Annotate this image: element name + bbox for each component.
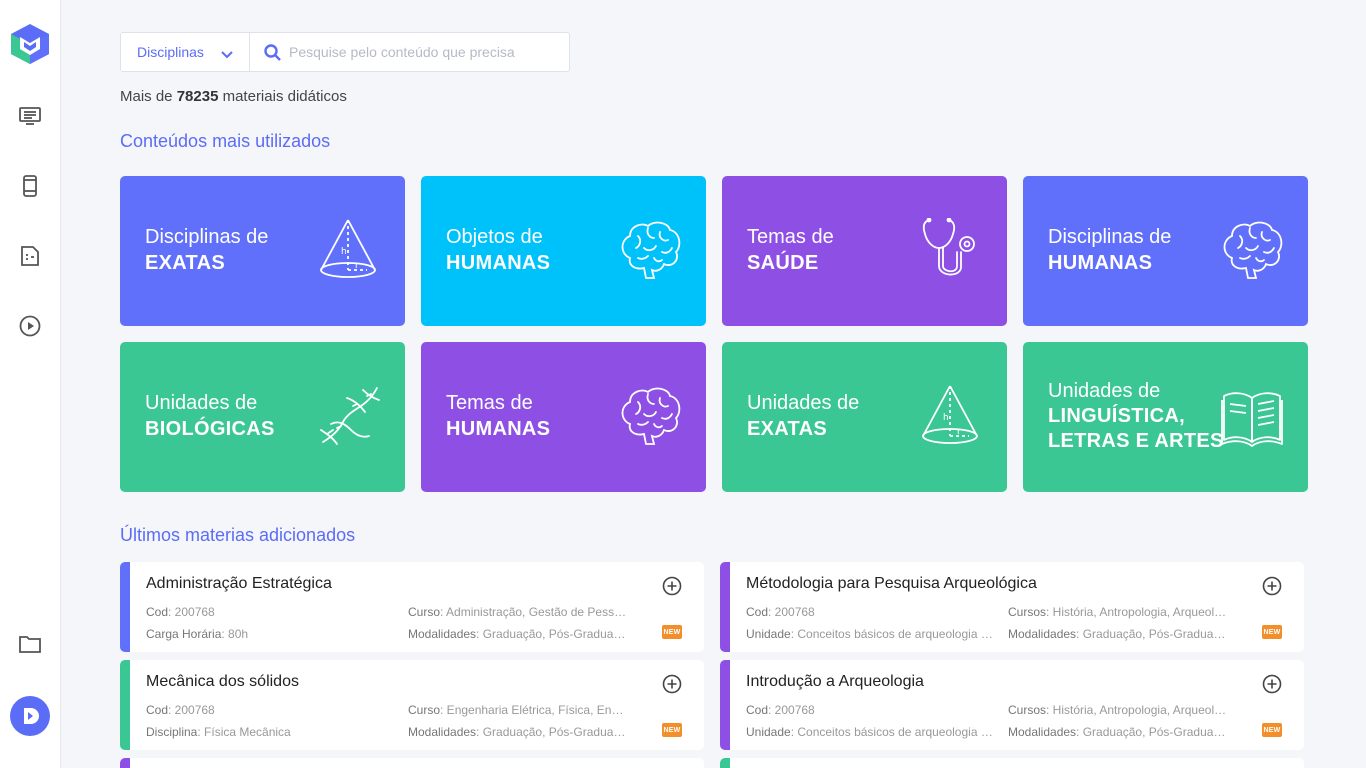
stethoscope-icon — [919, 217, 983, 282]
add-circle-icon[interactable] — [1262, 576, 1282, 596]
search-bar: Disciplinas — [120, 32, 570, 72]
card-disciplinas-humanas[interactable]: Disciplinas de HUMANAS — [1023, 176, 1308, 326]
search-input[interactable] — [289, 44, 569, 60]
chevron-down-icon — [221, 46, 233, 62]
list-item[interactable]: Introdução a Arqueologia Cod: 200768 Cur… — [720, 660, 1304, 750]
play-icon[interactable] — [18, 314, 42, 338]
svg-text:h: h — [943, 413, 949, 423]
item-color-bar — [120, 562, 130, 652]
dna-icon — [317, 384, 381, 448]
item-title: Introdução a Arqueologia — [746, 673, 924, 690]
mobile-icon[interactable] — [18, 174, 42, 198]
item-color-bar — [720, 562, 730, 652]
list-item[interactable] — [120, 758, 704, 768]
item-color-bar — [720, 660, 730, 750]
new-badge: NEW — [1262, 625, 1282, 639]
list-item[interactable]: Mecânica dos sólidos Cod: 200768 Curso: … — [120, 660, 704, 750]
new-badge: NEW — [1262, 723, 1282, 737]
latest-materials-list: Administração Estratégica Cod: 200768 Cu… — [120, 562, 1304, 750]
folder-icon[interactable] — [18, 632, 42, 656]
card-objetos-humanas[interactable]: Objetos de HUMANAS — [421, 176, 706, 326]
category-select[interactable]: Disciplinas — [121, 33, 250, 71]
svg-text:r: r — [355, 261, 359, 271]
book-icon — [1220, 384, 1284, 448]
add-circle-icon[interactable] — [662, 674, 682, 694]
list-item[interactable]: Administração Estratégica Cod: 200768 Cu… — [120, 562, 704, 652]
new-badge: NEW — [662, 723, 682, 737]
item-color-bar — [120, 660, 130, 750]
item-title: Mecânica dos sólidos — [146, 673, 299, 690]
category-select-label: Disciplinas — [137, 44, 204, 60]
user-avatar-icon[interactable] — [10, 696, 50, 736]
card-disciplinas-exatas[interactable]: Disciplinas de EXATAS h r — [120, 176, 405, 326]
brain-icon — [618, 218, 682, 282]
materials-count: Mais de 78235 materiais didáticos — [120, 88, 347, 105]
add-circle-icon[interactable] — [662, 576, 682, 596]
card-temas-humanas[interactable]: Temas de HUMANAS — [421, 342, 706, 492]
card-unidades-biologicas[interactable]: Unidades de BIOLÓGICAS — [120, 342, 405, 492]
popular-content-grid: Disciplinas de EXATAS h r Objetos de HUM… — [120, 176, 1308, 492]
svg-text:h: h — [341, 247, 347, 257]
card-unidades-linguistica[interactable]: Unidades de LINGUÍSTICA, LETRAS E ARTES — [1023, 342, 1308, 492]
section-title-popular: Conteúdos mais utilizados — [120, 131, 331, 151]
card-unidades-exatas[interactable]: Unidades de EXATAS h r — [722, 342, 1007, 492]
item-title: Administração Estratégica — [146, 575, 332, 592]
new-badge: NEW — [662, 625, 682, 639]
cone-icon: h r — [919, 384, 983, 448]
svg-text:r: r — [957, 427, 961, 437]
brain-icon — [618, 384, 682, 448]
cone-icon: h r — [317, 218, 381, 282]
document-icon[interactable] — [18, 244, 42, 268]
card-temas-saude[interactable]: Temas de SAÚDE — [722, 176, 1007, 326]
sidebar — [0, 0, 61, 768]
section-title-latest: Últimos materias adicionados — [120, 525, 356, 545]
catalog-list-icon[interactable] — [18, 104, 42, 128]
search-icon — [264, 43, 281, 61]
item-title: Métodologia para Pesquisa Arqueológica — [746, 575, 1037, 592]
brain-icon — [1220, 218, 1284, 282]
list-item[interactable] — [720, 758, 1304, 768]
add-circle-icon[interactable] — [1262, 674, 1282, 694]
list-item[interactable]: Métodologia para Pesquisa Arqueológica C… — [720, 562, 1304, 652]
app-logo-icon[interactable] — [10, 23, 50, 65]
